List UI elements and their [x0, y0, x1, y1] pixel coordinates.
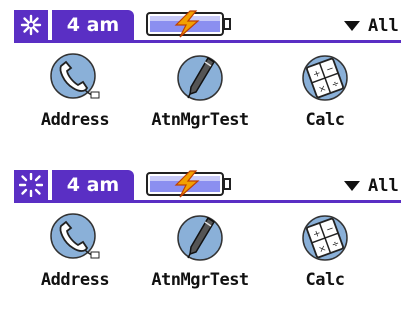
calculator-icon: + − × ÷	[302, 215, 348, 261]
launcher-panel-bottom: 4 am All Address AtnMgrTest + − × ÷ Calc	[0, 160, 401, 320]
app-calc[interactable]: + − × ÷ Calc	[260, 50, 390, 146]
app-label: Calc	[305, 270, 345, 290]
app-atnmgrtest[interactable]: AtnMgrTest	[135, 50, 265, 146]
launcher-panel-top: 4 am All Address AtnMgrTest + − × ÷ Calc	[0, 0, 401, 160]
phone-handset-icon	[50, 53, 100, 99]
battery-charging-icon	[146, 10, 231, 38]
app-atnmgrtest[interactable]: AtnMgrTest	[135, 210, 265, 306]
attention-indicator-button[interactable]	[14, 10, 48, 40]
app-label: AtnMgrTest	[151, 270, 249, 290]
status-divider	[14, 40, 401, 43]
category-label: All	[368, 16, 399, 36]
app-calc[interactable]: + − × ÷ Calc	[260, 210, 390, 306]
chevron-down-icon	[344, 181, 360, 191]
attention-indicator-button[interactable]	[14, 170, 48, 200]
calculator-icon: + − × ÷	[302, 55, 348, 101]
app-address[interactable]: Address	[10, 50, 140, 146]
status-divider	[14, 200, 401, 203]
category-picker[interactable]: All	[344, 14, 399, 38]
status-bar: 4 am All	[14, 8, 401, 43]
clock-button[interactable]: 4 am	[52, 170, 134, 200]
app-label: Address	[40, 110, 110, 130]
app-label: AtnMgrTest	[151, 110, 249, 130]
chevron-down-icon	[344, 21, 360, 31]
clock-time: 4 am	[66, 174, 120, 196]
starburst-icon	[20, 14, 42, 36]
category-picker[interactable]: All	[344, 174, 399, 198]
app-label: Calc	[305, 110, 345, 130]
app-label: Address	[40, 270, 110, 290]
pen-icon	[177, 215, 223, 261]
phone-handset-icon	[50, 213, 100, 259]
app-address[interactable]: Address	[10, 210, 140, 306]
clock-time: 4 am	[66, 14, 120, 36]
battery-charging-icon	[146, 170, 231, 198]
clock-button[interactable]: 4 am	[52, 10, 134, 40]
blinking-starburst-icon	[19, 173, 43, 197]
status-bar: 4 am All	[14, 168, 401, 203]
category-label: All	[368, 176, 399, 196]
pen-icon	[177, 55, 223, 101]
